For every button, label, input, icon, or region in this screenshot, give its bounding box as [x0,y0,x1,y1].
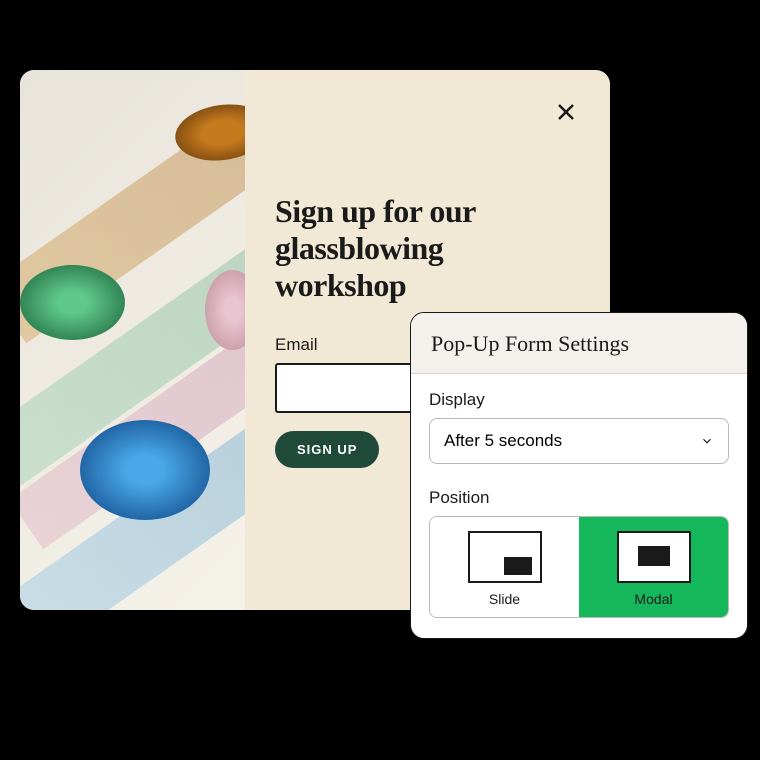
modal-preview-icon [617,531,691,583]
popup-title: Sign up for our glassblowing workshop [275,193,570,303]
popup-hero-image [20,70,245,610]
signup-button[interactable]: SIGN UP [275,431,379,468]
position-option-slide[interactable]: Slide [430,517,579,617]
slide-preview-icon [468,531,542,583]
close-button[interactable] [552,98,580,126]
display-value: After 5 seconds [444,431,562,451]
display-label: Display [429,390,729,410]
position-options: Slide Modal [429,516,729,618]
close-icon [554,100,578,124]
position-option-modal[interactable]: Modal [579,517,728,617]
position-label-modal: Modal [579,591,728,607]
settings-panel: Pop-Up Form Settings Display After 5 sec… [410,312,748,639]
position-label-slide: Slide [430,591,579,607]
chevron-down-icon [700,434,714,448]
settings-title: Pop-Up Form Settings [411,313,747,374]
display-select[interactable]: After 5 seconds [429,418,729,464]
settings-body: Display After 5 seconds Position Slide [411,374,747,638]
position-label: Position [429,488,729,508]
